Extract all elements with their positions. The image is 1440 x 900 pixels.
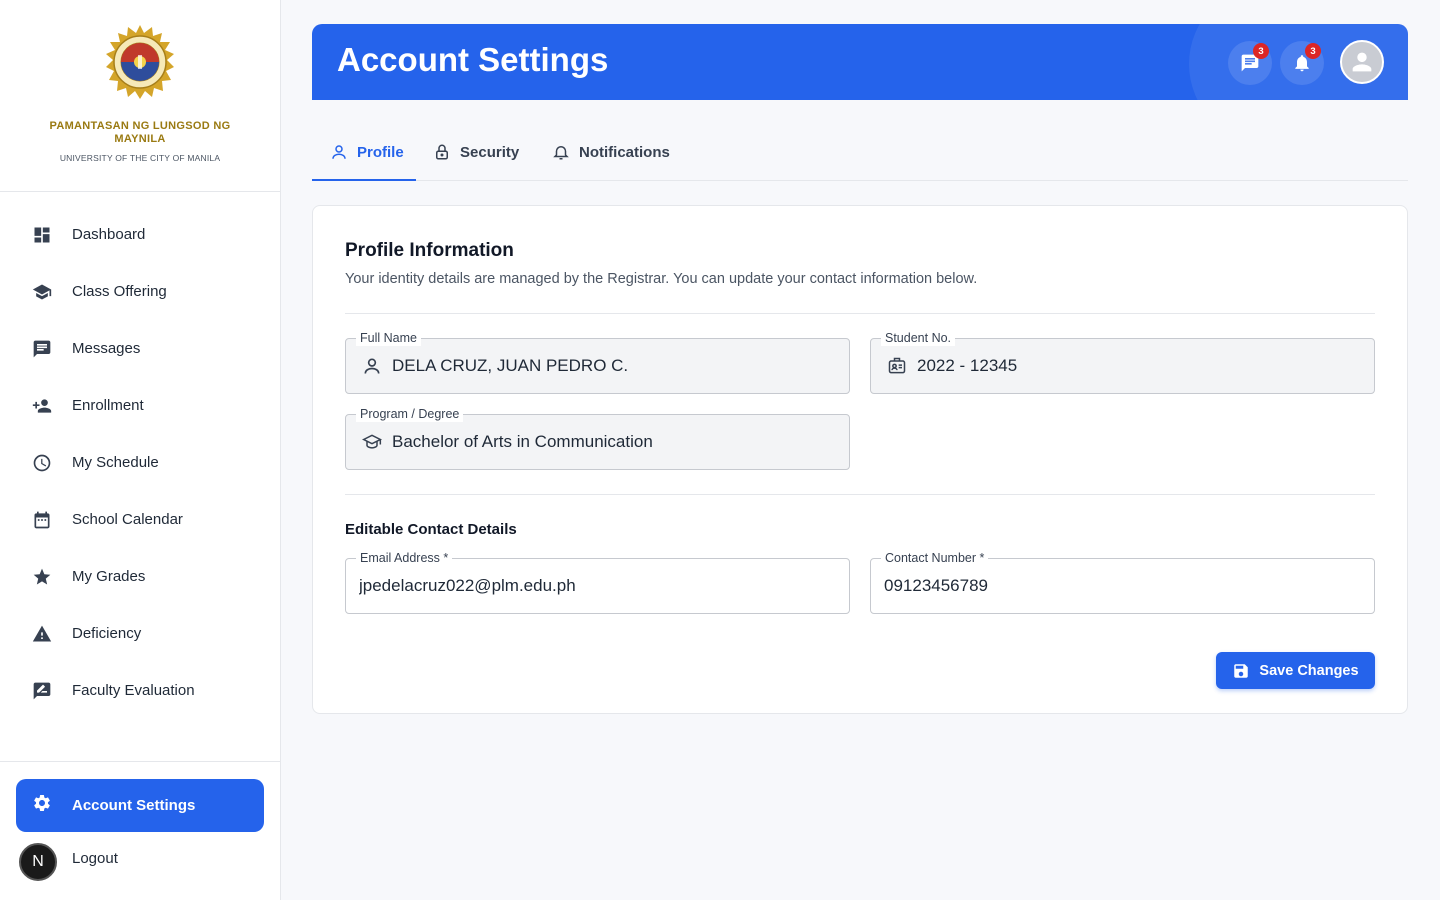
sidebar-item-enrollment[interactable]: Enrollment <box>0 377 280 434</box>
sidebar-item-dashboard[interactable]: Dashboard <box>0 206 280 263</box>
program-field: Program / Degree Bachelor of Arts in Com… <box>345 406 850 470</box>
notifications-count-badge: 3 <box>1305 43 1321 59</box>
profile-information-title: Profile Information <box>345 240 514 261</box>
tab-profile[interactable]: Profile <box>330 124 404 180</box>
user-icon <box>361 355 383 377</box>
messages-count-badge: 3 <box>1253 43 1269 59</box>
save-icon <box>1234 663 1249 678</box>
tab-notifications[interactable]: Notifications <box>552 124 670 180</box>
contact-number-input[interactable] <box>884 576 1354 596</box>
save-changes-label: Save Changes <box>1259 662 1359 679</box>
full-name-value: DELA CRUZ, JUAN PEDRO C. <box>392 356 629 375</box>
calendar-icon <box>32 510 52 530</box>
full-name-field: Full Name DELA CRUZ, JUAN PEDRO C. <box>345 330 850 394</box>
user-avatar[interactable] <box>1340 40 1384 84</box>
sidebar-item-label: Deficiency <box>72 625 142 642</box>
profile-information-description: Your identity details are managed by the… <box>345 271 978 287</box>
messages-button[interactable]: 3 <box>1228 41 1272 85</box>
gear-icon <box>32 793 52 818</box>
sidebar-item-deficiency[interactable]: Deficiency <box>0 605 280 662</box>
tab-security[interactable]: Security <box>433 124 519 180</box>
sidebar-item-faculty-evaluation[interactable]: Faculty Evaluation <box>0 662 280 719</box>
tab-label: Notifications <box>579 143 670 161</box>
sidebar-item-school-calendar[interactable]: School Calendar <box>0 491 280 548</box>
program-label: Program / Degree <box>356 406 464 422</box>
clock-icon <box>32 453 52 473</box>
sidebar-item-label: Dashboard <box>72 226 146 243</box>
student-no-field: Student No. 2022 - 12345 <box>870 330 1375 394</box>
logout-label: Logout <box>72 849 118 867</box>
id-card-icon <box>886 355 908 377</box>
email-field[interactable]: Email Address * <box>345 550 850 614</box>
notifications-button[interactable]: 3 <box>1280 41 1324 85</box>
brand-block: PAMANTASAN NG LUNGSOD NG MAYNILA UNIVERS… <box>0 0 280 192</box>
warning-icon <box>32 624 52 644</box>
university-subtitle: UNIVERSITY OF THE CITY OF MANILA <box>59 153 221 163</box>
save-changes-button[interactable]: Save Changes <box>1216 652 1375 689</box>
star-icon <box>32 567 52 587</box>
sidebar-item-my-schedule[interactable]: My Schedule <box>0 434 280 491</box>
sidebar-item-label: My Schedule <box>72 454 159 471</box>
profile-card: Profile Information Your identity detail… <box>312 205 1408 714</box>
full-name-label: Full Name <box>356 330 421 346</box>
message-icon <box>32 339 52 359</box>
program-value: Bachelor of Arts in Communication <box>392 432 653 451</box>
contact-number-field[interactable]: Contact Number * <box>870 550 1375 614</box>
tab-label: Security <box>460 143 520 161</box>
graduation-cap-icon <box>32 282 52 302</box>
graduation-cap-icon <box>361 431 383 453</box>
student-no-value: 2022 - 12345 <box>917 356 1018 375</box>
active-tab-indicator <box>312 179 416 181</box>
user-icon <box>332 145 346 159</box>
dev-tools-badge[interactable]: N <box>19 843 57 881</box>
sidebar: PAMANTASAN NG LUNGSOD NG MAYNILA UNIVERS… <box>0 0 281 900</box>
sidebar-item-messages[interactable]: Messages <box>0 320 280 377</box>
contact-details-title: Editable Contact Details <box>345 521 517 538</box>
page-header: Account Settings 3 3 <box>312 24 1408 100</box>
contact-number-label: Contact Number * <box>881 550 989 566</box>
person-icon <box>1352 52 1372 72</box>
sidebar-item-label: School Calendar <box>72 511 183 528</box>
bell-outline-icon <box>553 146 569 160</box>
sidebar-item-my-grades[interactable]: My Grades <box>0 548 280 605</box>
person-add-icon <box>32 396 52 416</box>
student-no-label: Student No. <box>881 330 956 346</box>
university-name: PAMANTASAN NG LUNGSOD NG MAYNILA <box>49 120 231 145</box>
sidebar-nav: Dashboard Class Offering Messages Enroll… <box>0 192 280 719</box>
sidebar-item-label: Messages <box>72 340 141 357</box>
divider <box>345 313 1375 314</box>
sidebar-item-label: Class Offering <box>72 283 167 300</box>
email-label: Email Address * <box>356 550 453 566</box>
sidebar-item-account-settings[interactable]: Account Settings <box>16 779 264 832</box>
sidebar-item-label: My Grades <box>72 568 146 585</box>
sidebar-item-class-offering[interactable]: Class Offering <box>0 263 280 320</box>
tab-label: Profile <box>357 143 404 161</box>
rate-review-icon <box>32 681 52 701</box>
university-seal-logo <box>106 25 174 99</box>
lock-icon <box>436 144 448 160</box>
dashboard-icon <box>32 225 52 245</box>
settings-tabs: Profile Security Notifications <box>312 124 1408 181</box>
email-input[interactable] <box>359 576 829 596</box>
sidebar-item-label: Account Settings <box>72 797 196 814</box>
divider <box>345 494 1375 495</box>
sidebar-item-label: Faculty Evaluation <box>72 682 195 699</box>
page-title: Account Settings <box>337 41 609 78</box>
sidebar-item-label: Enrollment <box>72 397 144 414</box>
